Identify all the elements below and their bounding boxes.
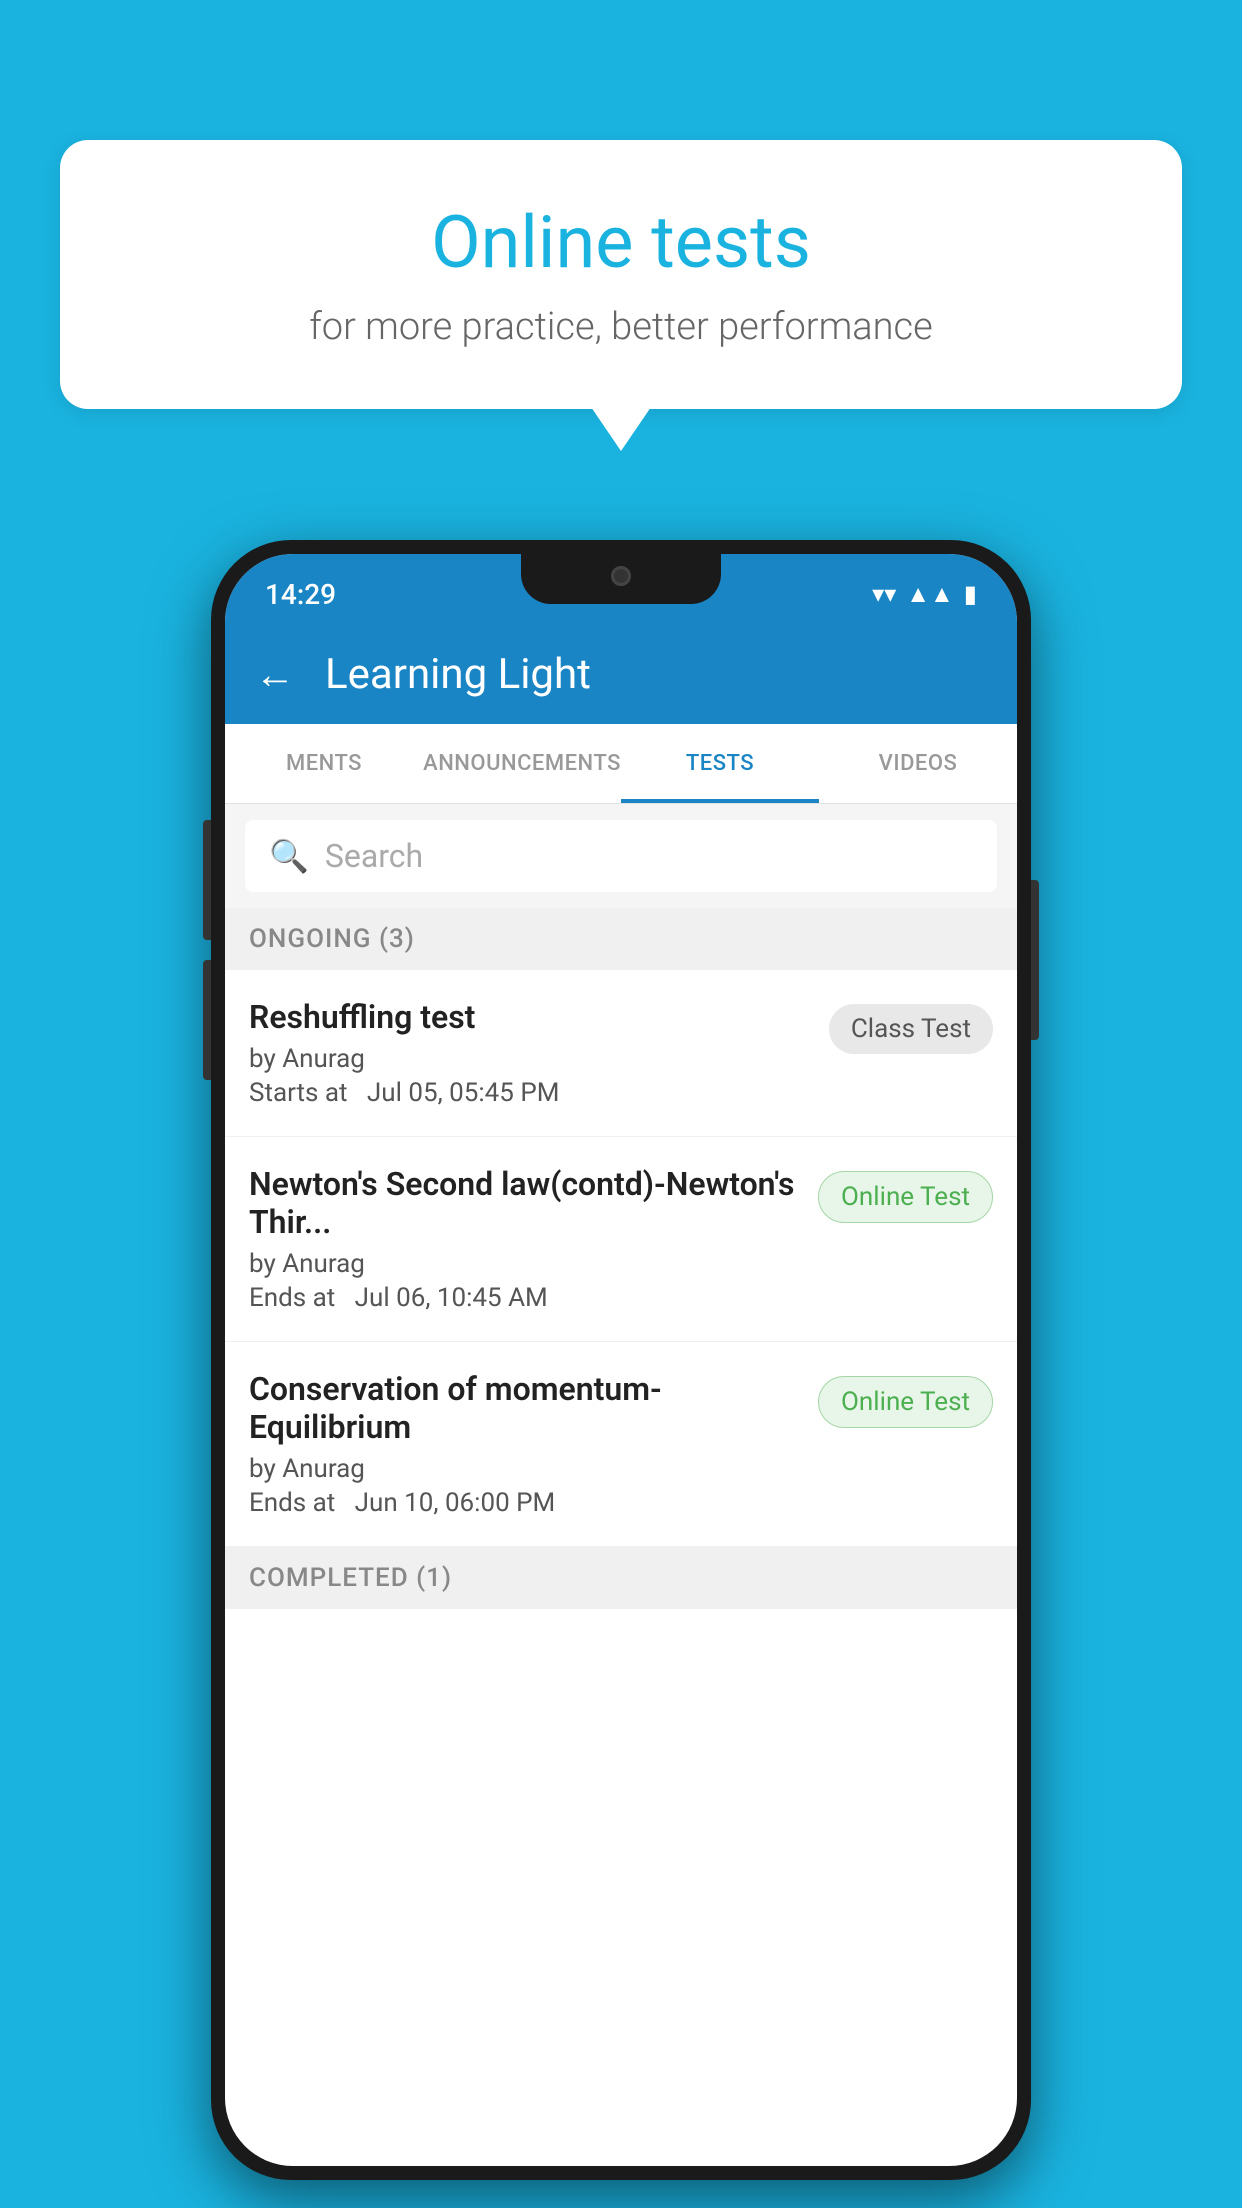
test-author-2: by Anurag: [249, 1249, 802, 1279]
test-author-3: by Anurag: [249, 1454, 802, 1484]
volume-up-button: [203, 820, 211, 940]
test-date-1: Starts at Jul 05, 05:45 PM: [249, 1078, 813, 1108]
tab-videos[interactable]: VIDEOS: [819, 724, 1017, 803]
tabs-bar: MENTS ANNOUNCEMENTS TESTS VIDEOS: [225, 724, 1017, 804]
test-info-3: Conservation of momentum-Equilibrium by …: [249, 1370, 802, 1518]
search-icon: 🔍: [269, 837, 309, 875]
test-date-2: Ends at Jul 06, 10:45 AM: [249, 1283, 802, 1313]
search-bar[interactable]: 🔍 Search: [245, 820, 997, 892]
search-input[interactable]: Search: [325, 837, 423, 875]
tab-videos-label: VIDEOS: [879, 751, 958, 776]
search-container: 🔍 Search: [225, 804, 1017, 908]
test-info-1: Reshuffling test by Anurag Starts at Jul…: [249, 998, 813, 1108]
test-badge-2: Online Test: [818, 1171, 993, 1223]
phone-notch: [521, 554, 721, 604]
speech-bubble: Online tests for more practice, better p…: [60, 140, 1182, 409]
completed-section-header: COMPLETED (1): [225, 1547, 1017, 1609]
status-time: 14:29: [265, 578, 336, 611]
test-name-2: Newton's Second law(contd)-Newton's Thir…: [249, 1165, 802, 1241]
ongoing-section-header: ONGOING (3): [225, 908, 1017, 970]
tab-ments[interactable]: MENTS: [225, 724, 423, 803]
header-title: Learning Light: [325, 650, 591, 699]
test-name-3: Conservation of momentum-Equilibrium: [249, 1370, 802, 1446]
speech-bubble-container: Online tests for more practice, better p…: [60, 140, 1182, 409]
bubble-title: Online tests: [140, 200, 1102, 285]
test-name-1: Reshuffling test: [249, 998, 813, 1036]
phone-screen: 14:29 ▾▾ ▲▲ ▮ ← Learning Light MENTS ANN…: [225, 554, 1017, 2166]
test-item-1[interactable]: Reshuffling test by Anurag Starts at Jul…: [225, 970, 1017, 1137]
front-camera: [611, 566, 631, 586]
test-badge-3: Online Test: [818, 1376, 993, 1428]
power-button: [1031, 880, 1039, 1040]
test-date-3: Ends at Jun 10, 06:00 PM: [249, 1488, 802, 1518]
back-arrow-icon[interactable]: ←: [255, 651, 295, 698]
test-author-1: by Anurag: [249, 1044, 813, 1074]
bubble-subtitle: for more practice, better performance: [140, 305, 1102, 349]
test-badge-1: Class Test: [829, 1004, 993, 1054]
signal-icon: ▲▲: [906, 580, 954, 609]
phone-mockup: 14:29 ▾▾ ▲▲ ▮ ← Learning Light MENTS ANN…: [211, 540, 1031, 2180]
tests-list: Reshuffling test by Anurag Starts at Jul…: [225, 970, 1017, 1547]
test-info-2: Newton's Second law(contd)-Newton's Thir…: [249, 1165, 802, 1313]
tab-announcements-label: ANNOUNCEMENTS: [423, 751, 621, 776]
test-item-3[interactable]: Conservation of momentum-Equilibrium by …: [225, 1342, 1017, 1547]
status-icons: ▾▾ ▲▲ ▮: [872, 580, 977, 609]
app-header: ← Learning Light: [225, 624, 1017, 724]
tab-announcements[interactable]: ANNOUNCEMENTS: [423, 724, 621, 803]
phone-outer: 14:29 ▾▾ ▲▲ ▮ ← Learning Light MENTS ANN…: [211, 540, 1031, 2180]
tab-ments-label: MENTS: [286, 751, 362, 776]
tab-tests-label: TESTS: [686, 751, 754, 776]
tab-tests[interactable]: TESTS: [621, 724, 819, 803]
wifi-icon: ▾▾: [872, 580, 896, 608]
test-item-2[interactable]: Newton's Second law(contd)-Newton's Thir…: [225, 1137, 1017, 1342]
battery-icon: ▮: [964, 580, 977, 608]
volume-down-button: [203, 960, 211, 1080]
